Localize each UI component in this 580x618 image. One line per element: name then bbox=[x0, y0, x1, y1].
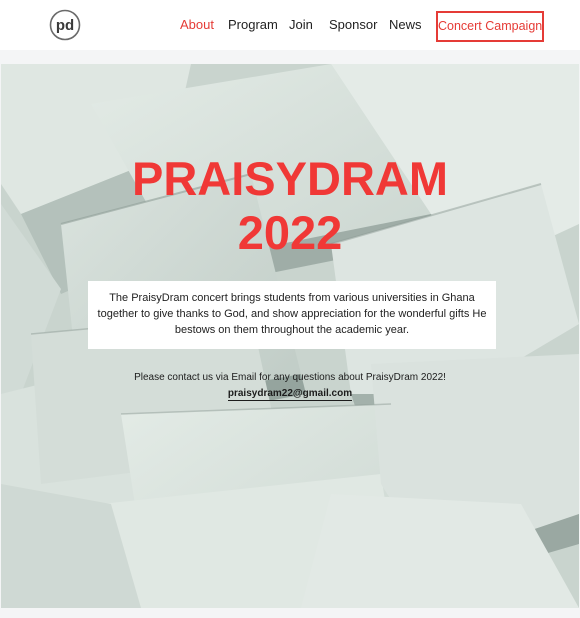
contact-text: Please contact us via Email for any ques… bbox=[134, 372, 446, 383]
hero-section: PRAISYDRAM 2022 The PraisyDram concert b… bbox=[1, 64, 579, 608]
concert-campaign-button[interactable]: Concert Campaign bbox=[436, 11, 544, 42]
email-link[interactable]: praisydram22@gmail.com bbox=[227, 388, 353, 401]
nav-join-link[interactable]: Join bbox=[289, 17, 313, 33]
top-navigation-bar: pd About Program Join Sponsor News Conce… bbox=[0, 0, 580, 50]
nav-program-link[interactable]: Program bbox=[228, 17, 278, 33]
hero-title-line-1: PRAISYDRAM bbox=[132, 152, 448, 205]
hero-title-line-2: 2022 bbox=[237, 206, 343, 259]
hero-description: The PraisyDram concert brings students f… bbox=[88, 281, 496, 349]
email-link-wrapper: praisydram22@gmail.com bbox=[1, 388, 579, 401]
nav-about-link[interactable]: About bbox=[180, 17, 214, 33]
nav-news-link[interactable]: News bbox=[389, 17, 422, 33]
hero-title: PRAISYDRAM 2022 bbox=[1, 152, 579, 260]
footer-strip bbox=[0, 608, 580, 618]
nav-sponsor-link[interactable]: Sponsor bbox=[329, 17, 377, 33]
page: pd About Program Join Sponsor News Conce… bbox=[0, 0, 580, 618]
